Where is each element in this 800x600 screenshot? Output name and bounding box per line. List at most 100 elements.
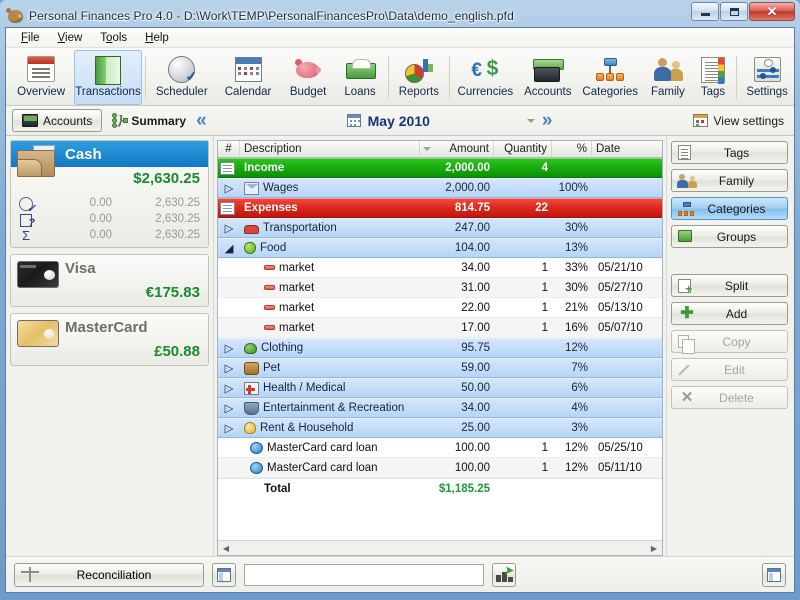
menu-view[interactable]: View (49, 30, 92, 46)
find-button[interactable]: ➤ (492, 563, 516, 587)
menu-help[interactable]: Help (136, 30, 178, 46)
minimize-icon (701, 13, 710, 16)
row-date (592, 219, 662, 237)
groups-button[interactable]: Groups (671, 225, 788, 248)
table-row[interactable]: ▷ Clothing 95.75 12% (218, 338, 662, 358)
family-button[interactable]: Family (671, 169, 788, 192)
account-header[interactable]: Cash (11, 141, 208, 167)
summary-view-button[interactable]: } Summary (108, 113, 190, 128)
table-row[interactable]: market 17.00 1 16% 05/07/10 (218, 318, 662, 338)
column-header-percent[interactable]: % (552, 141, 592, 157)
toggle-left-panel-button[interactable] (212, 563, 236, 587)
total-amount: $1,185.25 (398, 479, 494, 498)
table-row[interactable]: MasterCard card loan 100.00 1 12% 05/25/… (218, 438, 662, 458)
chevron-down-icon[interactable] (527, 119, 535, 123)
account-header[interactable]: MasterCard (11, 314, 208, 340)
account-name: MasterCard (63, 314, 208, 340)
account-header[interactable]: Visa (11, 255, 208, 281)
toolbar-overview[interactable]: Overview (8, 50, 74, 105)
add-button[interactable]: ✚ Add (671, 302, 788, 325)
minimize-button[interactable] (691, 2, 719, 21)
edit-button[interactable]: Edit (671, 358, 788, 381)
toolbar-calendar[interactable]: Calendar (215, 50, 281, 105)
column-header-description[interactable]: Description (240, 141, 420, 157)
overview-icon (25, 54, 57, 85)
toolbar-settings[interactable]: Settings (740, 50, 794, 105)
row-twisty[interactable]: ▷ (218, 379, 240, 397)
accounts-icon (532, 54, 564, 85)
table-row[interactable]: ▷ Pet 59.00 7% (218, 358, 662, 378)
toolbar-tags[interactable]: Tags (693, 50, 733, 105)
tags-button[interactable]: Tags (671, 141, 788, 164)
table-row[interactable]: ▷ Rent & Household 25.00 3% (218, 418, 662, 438)
toolbar-reports[interactable]: Reports (392, 50, 446, 105)
row-description: Transportation (240, 219, 420, 237)
month-label[interactable]: May 2010 (368, 113, 430, 129)
menu-tools[interactable]: Tools (91, 30, 136, 46)
row-twisty[interactable]: ▷ (218, 179, 240, 197)
toolbar-categories[interactable]: Categories (578, 50, 643, 105)
table-row[interactable]: ▷ Health / Medical 50.00 6% (218, 378, 662, 398)
split-button[interactable]: Split (671, 274, 788, 297)
table-row[interactable]: ◢ Food 104.00 13% (218, 238, 662, 258)
menu-file[interactable]: File (12, 30, 49, 46)
scroll-right-icon[interactable]: ▶ (648, 544, 660, 553)
toolbar-loans[interactable]: Loans (335, 50, 385, 105)
search-input[interactable] (244, 564, 484, 586)
toolbar-transactions[interactable]: Transactions (74, 50, 141, 105)
row-twisty[interactable]: ▷ (218, 359, 240, 377)
row-twisty[interactable]: ▷ (218, 419, 240, 437)
table-body: Income 2,000.00 4 ▷ Wages 2,000.00 100% (218, 158, 662, 540)
collapse-right-icon[interactable]: » (542, 111, 549, 130)
toggle-right-panel-button[interactable] (762, 563, 786, 587)
categories-button[interactable]: Categories (671, 197, 788, 220)
row-twisty[interactable]: ◢ (218, 239, 240, 257)
maximize-icon (730, 8, 739, 16)
copy-button[interactable]: Copy (671, 330, 788, 353)
scroll-left-icon[interactable]: ◀ (220, 544, 232, 553)
row-twisty[interactable]: ▷ (218, 399, 240, 417)
main-body: Cash $2,630.25 0.00 2,630.25 0.00 2,630.… (6, 136, 794, 556)
row-date: 05/11/10 (592, 458, 662, 477)
row-twisty[interactable] (218, 199, 240, 217)
table-row[interactable]: Expenses 814.75 22 (218, 198, 662, 218)
horizontal-scrollbar[interactable]: ◀ ▶ (218, 540, 662, 555)
table-row[interactable]: MasterCard card loan 100.00 1 12% 05/11/… (218, 458, 662, 478)
row-amount: 104.00 (420, 239, 494, 257)
table-row[interactable]: ▷ Transportation 247.00 30% (218, 218, 662, 238)
column-header-quantity[interactable]: Quantity (494, 141, 552, 157)
family-icon (652, 54, 684, 85)
table-row[interactable]: market 34.00 1 33% 05/21/10 (218, 258, 662, 278)
close-button[interactable]: ✕ (749, 2, 795, 21)
collapse-left-icon[interactable]: « (196, 111, 203, 130)
row-amount: 50.00 (420, 379, 494, 397)
account-card-mastercard[interactable]: MasterCard £50.88 (10, 313, 209, 366)
row-twisty[interactable]: ▷ (218, 219, 240, 237)
row-quantity (494, 239, 552, 257)
delete-button[interactable]: ✕ Delete (671, 386, 788, 409)
reconciliation-button[interactable]: Reconciliation (14, 563, 204, 587)
accounts-view-button[interactable]: Accounts (12, 109, 102, 132)
toolbar-budget[interactable]: Budget (281, 50, 335, 105)
row-description: market (240, 278, 420, 297)
column-header-num[interactable]: # (218, 141, 240, 157)
maximize-button[interactable] (720, 2, 748, 21)
row-twisty[interactable]: ▷ (218, 339, 240, 357)
column-header-amount[interactable]: Amount (420, 141, 494, 157)
column-header-date[interactable]: Date (592, 141, 662, 157)
toolbar-accounts[interactable]: Accounts (518, 50, 578, 105)
row-percent: 12% (552, 438, 592, 457)
table-row[interactable]: Income 2,000.00 4 (218, 158, 662, 178)
toolbar-scheduler[interactable]: Scheduler (149, 50, 215, 105)
toolbar-family[interactable]: Family (643, 50, 693, 105)
table-row[interactable]: ▷ Wages 2,000.00 100% (218, 178, 662, 198)
account-card-cash[interactable]: Cash $2,630.25 0.00 2,630.25 0.00 2,630.… (10, 140, 209, 248)
account-card-visa[interactable]: Visa €175.83 (10, 254, 209, 307)
summary-icon: } (112, 113, 126, 128)
table-row[interactable]: market 31.00 1 30% 05/27/10 (218, 278, 662, 298)
row-twisty[interactable] (218, 159, 240, 177)
table-row[interactable]: ▷ Entertainment & Recreation 34.00 4% (218, 398, 662, 418)
toolbar-currencies[interactable]: €$ Currencies (453, 50, 518, 105)
view-settings-button[interactable]: View settings (693, 114, 788, 128)
table-row[interactable]: market 22.00 1 21% 05/13/10 (218, 298, 662, 318)
